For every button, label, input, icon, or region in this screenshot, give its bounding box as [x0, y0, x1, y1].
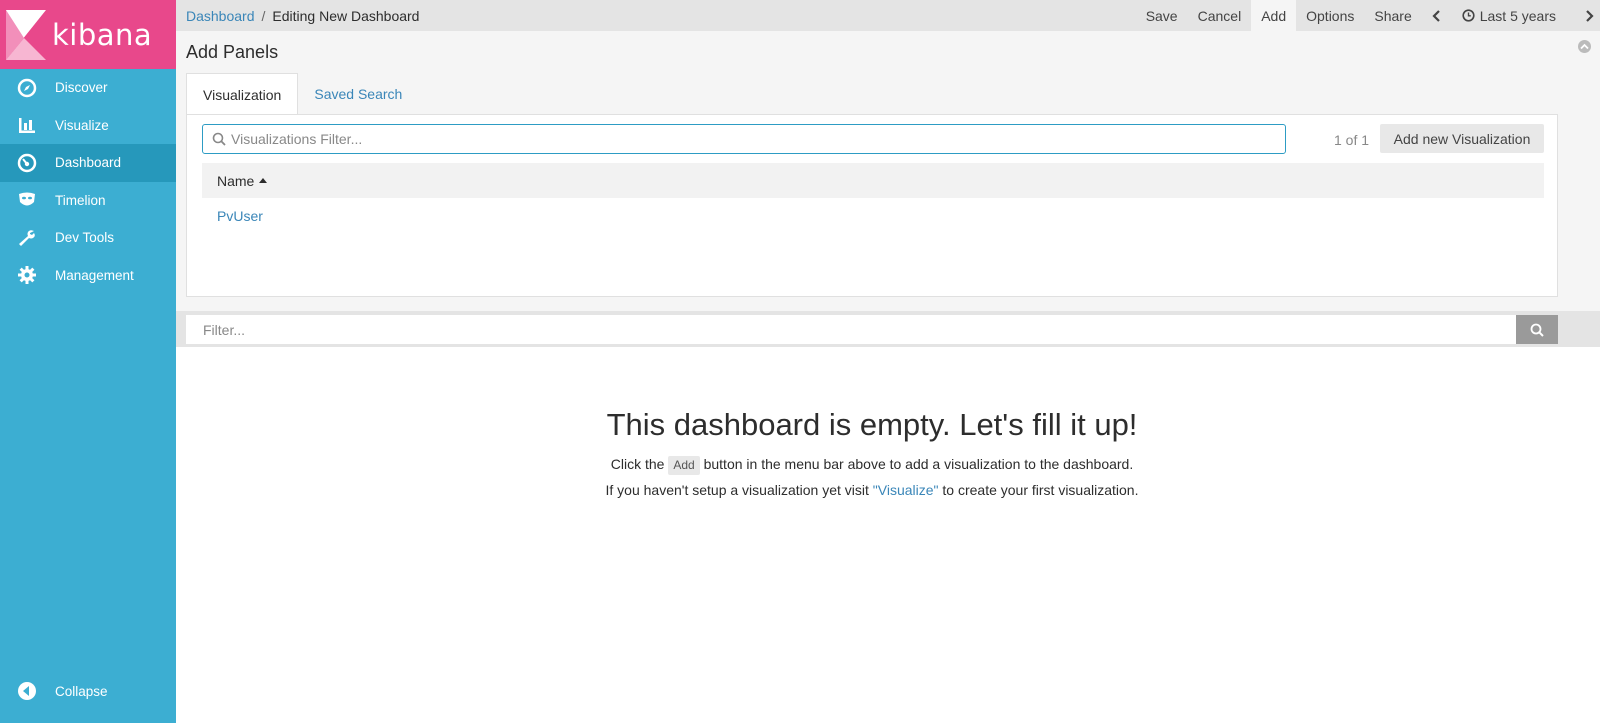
sidebar-item-label: Dev Tools [55, 230, 115, 246]
empty-text: Click the [610, 456, 665, 472]
column-header-label: Name [217, 172, 255, 189]
sidebar-item-management[interactable]: Management [0, 257, 176, 295]
query-filter-bar [176, 311, 1600, 347]
breadcrumb-current: Editing New Dashboard [272, 7, 420, 24]
search-icon [1530, 323, 1544, 337]
column-header-name[interactable]: Name [202, 163, 1544, 198]
sidebar-item-label: Dashboard [55, 155, 122, 171]
sidebar-item-dev-tools[interactable]: Dev Tools [0, 219, 176, 257]
empty-line-1: Click the Add button in the menu bar abo… [176, 454, 1568, 475]
visualization-list-panel: 1 of 1 Add new Visualization Name PvUser [186, 114, 1558, 297]
filter-input[interactable] [186, 315, 1517, 344]
empty-dashboard-message: This dashboard is empty. Let's fill it u… [176, 347, 1568, 501]
empty-text: If you haven't setup a visualization yet… [605, 482, 869, 498]
chevron-left-circle-icon [16, 680, 38, 702]
close-panel-icon[interactable] [1578, 40, 1591, 53]
empty-text: button in the menu bar above to add a vi… [703, 456, 1134, 472]
save-button[interactable]: Save [1136, 0, 1188, 31]
sidebar: kibana Discover Visualize Dashboard Time… [0, 0, 176, 723]
visualization-link[interactable]: PvUser [217, 208, 263, 224]
time-prev-button[interactable] [1422, 0, 1452, 31]
options-button[interactable]: Options [1296, 0, 1364, 31]
breadcrumb-dashboard-link[interactable]: Dashboard [186, 8, 255, 24]
cancel-button[interactable]: Cancel [1188, 0, 1252, 31]
kibana-logo[interactable]: kibana [0, 0, 176, 69]
clock-icon [1462, 9, 1475, 22]
add-panels-title: Add Panels [186, 42, 279, 62]
add-panels-section: Add Panels Visualization Saved Search 1 … [176, 31, 1600, 311]
chevron-right-icon [1586, 9, 1594, 22]
add-new-visualization-button[interactable]: Add new Visualization [1380, 124, 1544, 153]
sidebar-item-visualize[interactable]: Visualize [0, 107, 176, 145]
compass-icon [16, 77, 38, 99]
wrench-icon [16, 227, 38, 249]
time-range-label: Last 5 years [1479, 7, 1556, 24]
add-panels-tabs: Visualization Saved Search [186, 73, 418, 115]
list-item[interactable]: PvUser [202, 203, 1544, 229]
sidebar-nav: Discover Visualize Dashboard Timelion De… [0, 69, 176, 294]
time-picker-button[interactable]: Last 5 years [1452, 0, 1566, 31]
add-kbd-badge: Add [668, 456, 700, 475]
sidebar-item-label: Visualize [55, 117, 109, 133]
breadcrumb: Dashboard / Editing New Dashboard [176, 8, 1136, 24]
kibana-logo-icon [6, 9, 46, 60]
timelion-mask-icon [16, 189, 38, 211]
sidebar-item-label: Management [55, 267, 134, 283]
visualizations-search-box [202, 124, 1286, 154]
gear-icon [16, 264, 38, 286]
add-button[interactable]: Add [1251, 0, 1297, 31]
tab-saved-search[interactable]: Saved Search [298, 73, 418, 115]
empty-title: This dashboard is empty. Let's fill it u… [606, 407, 1138, 442]
sidebar-item-label: Discover [55, 80, 108, 96]
collapse-button[interactable]: Collapse [0, 673, 176, 709]
sidebar-item-timelion[interactable]: Timelion [0, 182, 176, 220]
sidebar-item-dashboard[interactable]: Dashboard [0, 144, 176, 182]
chevron-left-icon [1432, 9, 1440, 22]
tab-visualization[interactable]: Visualization [186, 73, 299, 115]
collapse-label: Collapse [55, 683, 108, 699]
visualize-link[interactable]: "Visualize" [873, 482, 939, 498]
dashboard-gauge-icon [16, 152, 38, 174]
top-menu: Save Cancel Add Options Share Last 5 yea… [1136, 0, 1566, 31]
sidebar-item-discover[interactable]: Discover [0, 69, 176, 107]
visualizations-filter-input[interactable] [231, 131, 1271, 147]
sort-ascending-icon [259, 178, 268, 183]
brand-name: kibana [52, 17, 153, 52]
top-nav-bar: Dashboard / Editing New Dashboard Save C… [176, 0, 1600, 31]
time-next-button[interactable] [1584, 0, 1594, 31]
page-count: 1 of 1 [1334, 132, 1370, 148]
filter-search-button[interactable] [1516, 315, 1558, 344]
empty-line-2: If you haven't setup a visualization yet… [176, 480, 1568, 501]
empty-text: to create your first visualization. [942, 482, 1139, 498]
bar-chart-icon [16, 114, 38, 136]
share-button[interactable]: Share [1364, 0, 1421, 31]
search-icon [212, 132, 226, 146]
sidebar-item-label: Timelion [55, 192, 106, 208]
breadcrumb-separator: / [261, 7, 266, 24]
